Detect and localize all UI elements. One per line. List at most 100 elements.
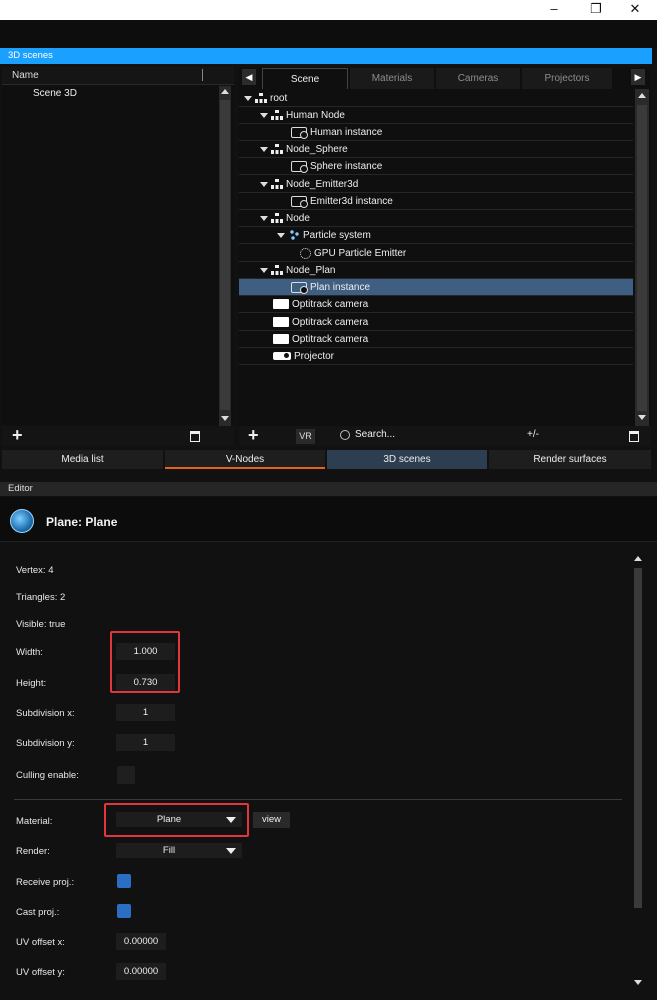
scroll-up-icon[interactable] xyxy=(638,93,646,98)
tab-3d-scenes[interactable]: 3D scenes xyxy=(327,450,487,469)
tab-cameras[interactable]: Cameras xyxy=(436,68,520,89)
width-label: Width: xyxy=(16,647,43,658)
tree-row[interactable]: Optitrack camera xyxy=(239,331,633,348)
sphere-mesh-icon xyxy=(10,509,34,533)
uv-offset-x-field[interactable]: 0.00000 xyxy=(116,933,166,950)
subdivision-x-field[interactable]: 1 xyxy=(116,704,175,721)
minimize-button[interactable]: – xyxy=(537,0,571,20)
editor-scrollbar[interactable] xyxy=(632,552,644,992)
node-icon xyxy=(271,265,283,276)
top-spacer xyxy=(0,20,657,48)
cast-proj-label: Cast proj.: xyxy=(16,907,60,918)
node-icon xyxy=(271,144,283,155)
tab-scroll-left-icon[interactable]: ◀ xyxy=(242,69,256,85)
tab-materials[interactable]: Materials xyxy=(350,68,434,89)
scroll-down-icon[interactable] xyxy=(634,980,642,985)
scene-item[interactable]: Scene 3D xyxy=(2,86,218,102)
scroll-up-icon[interactable] xyxy=(634,556,642,561)
scrollbar-thumb[interactable] xyxy=(637,105,647,411)
subdivision-y-field[interactable]: 1 xyxy=(116,734,175,751)
tab-scene[interactable]: Scene xyxy=(262,68,348,89)
material-label: Material: xyxy=(16,816,53,827)
camera-icon xyxy=(273,334,289,345)
node-icon xyxy=(255,93,267,104)
tab-v-nodes[interactable]: V-Nodes xyxy=(165,450,325,469)
view-material-button[interactable]: view xyxy=(253,812,290,828)
scenes-scrollbar[interactable] xyxy=(219,86,231,426)
trash-icon[interactable] xyxy=(190,431,200,442)
expand-icon[interactable] xyxy=(260,146,268,152)
tree-row[interactable]: Node_Plan xyxy=(239,262,633,279)
section-divider xyxy=(14,799,622,800)
tree-row[interactable]: Human Node xyxy=(239,107,633,124)
tree-row[interactable]: root xyxy=(239,90,633,107)
scenes-list-header: Name xyxy=(2,67,234,85)
render-dropdown[interactable]: Fill xyxy=(116,843,242,858)
height-label: Height: xyxy=(16,678,47,689)
tree-row[interactable]: Optitrack camera xyxy=(239,314,633,331)
search-input[interactable]: Search... xyxy=(355,429,395,440)
tree-row[interactable]: Sphere instance xyxy=(239,158,633,175)
tree-row-label: GPU Particle Emitter xyxy=(314,248,407,259)
receive-proj-checkbox[interactable] xyxy=(117,874,131,888)
expand-icon[interactable] xyxy=(260,215,268,221)
gpu-emitter-icon xyxy=(300,247,311,259)
tree-row-label: Optitrack camera xyxy=(292,317,369,328)
scene-tab-bar: ◀ Scene Materials Cameras Projectors ▶ xyxy=(239,67,651,89)
plus-minus-button[interactable]: +/- xyxy=(527,429,539,440)
uv-offset-y-field[interactable]: 0.00000 xyxy=(116,963,166,980)
vr-button[interactable]: VR xyxy=(296,429,315,444)
name-column-header[interactable]: Name xyxy=(12,70,39,81)
editor-header: Plane: Plane xyxy=(0,497,657,542)
expand-icon[interactable] xyxy=(260,181,268,187)
tree-row[interactable]: Node_Emitter3d xyxy=(239,176,633,193)
tree-row-selected[interactable]: Plan instance xyxy=(239,279,633,296)
add-scene-icon[interactable]: + xyxy=(12,426,23,444)
tree-row[interactable]: Node_Sphere xyxy=(239,141,633,158)
scene-toolbar: + VR Search... +/- xyxy=(239,426,651,446)
particle-system-icon xyxy=(288,229,300,242)
chevron-down-icon xyxy=(226,848,236,854)
triangle-count: Triangles: 2 xyxy=(16,592,66,603)
tab-projectors[interactable]: Projectors xyxy=(522,68,612,89)
tab-scroll-right-icon[interactable]: ▶ xyxy=(631,69,645,85)
tree-row[interactable]: Human instance xyxy=(239,124,633,141)
add-node-icon[interactable]: + xyxy=(248,426,259,444)
culling-checkbox[interactable] xyxy=(117,766,135,784)
culling-label: Culling enable: xyxy=(16,770,79,781)
tree-row[interactable]: GPU Particle Emitter xyxy=(239,245,633,262)
restore-button[interactable]: ❐ xyxy=(579,0,613,20)
instance-icon xyxy=(291,160,308,173)
expand-icon[interactable] xyxy=(277,232,285,238)
camera-icon xyxy=(273,299,289,310)
scrollbar-thumb[interactable] xyxy=(634,568,642,908)
tab-media-list[interactable]: Media list xyxy=(2,450,163,469)
column-divider[interactable] xyxy=(202,69,203,81)
tab-render-surfaces[interactable]: Render surfaces xyxy=(489,450,651,469)
tree-row-label: Node_Sphere xyxy=(286,144,348,155)
tree-row-label: Emitter3d instance xyxy=(310,196,393,207)
expand-icon[interactable] xyxy=(260,267,268,273)
tree-row[interactable]: Optitrack camera xyxy=(239,296,633,313)
highlight-box-dimensions xyxy=(110,631,180,693)
node-icon xyxy=(271,213,283,224)
expand-icon[interactable] xyxy=(260,112,268,118)
tree-row-label: Particle system xyxy=(303,230,371,241)
tree-scrollbar[interactable] xyxy=(635,89,649,426)
tree-row[interactable]: Emitter3d instance xyxy=(239,193,633,210)
tree-row[interactable]: Projector xyxy=(239,348,633,365)
tree-row-label: Optitrack camera xyxy=(292,299,369,310)
tree-row-label: Node xyxy=(286,213,310,224)
tree-row[interactable]: Particle system xyxy=(239,227,633,244)
scroll-down-icon[interactable] xyxy=(221,416,229,421)
vertex-count: Vertex: 4 xyxy=(16,565,54,576)
scroll-down-icon[interactable] xyxy=(638,415,646,420)
scrollbar-thumb[interactable] xyxy=(220,100,230,410)
close-button[interactable]: ✕ xyxy=(618,0,652,20)
trash-icon[interactable] xyxy=(629,431,639,442)
cast-proj-checkbox[interactable] xyxy=(117,904,131,918)
tree-row[interactable]: Node xyxy=(239,210,633,227)
camera-icon xyxy=(273,317,289,328)
expand-icon[interactable] xyxy=(244,95,252,101)
scroll-up-icon[interactable] xyxy=(221,89,229,94)
